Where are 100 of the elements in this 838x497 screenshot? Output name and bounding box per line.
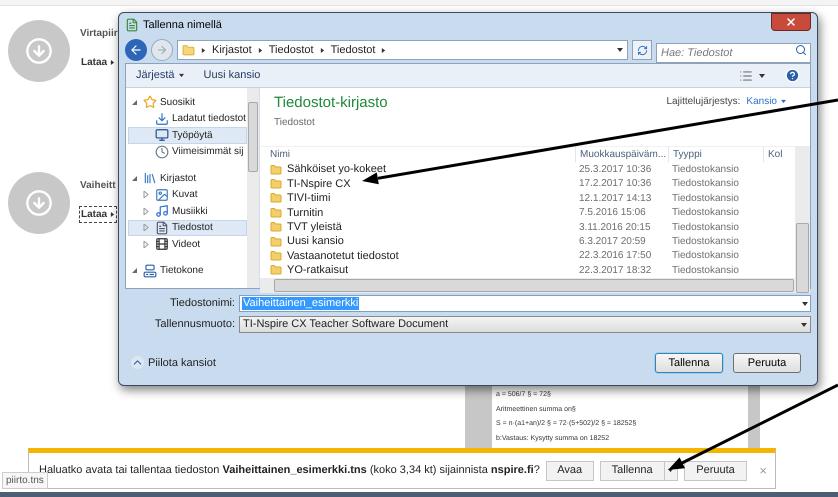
file-type: Tiedostokansio	[671, 220, 740, 235]
download-link[interactable]: Lataa	[80, 55, 118, 70]
nav-item[interactable]: Tietokone	[128, 262, 247, 279]
toolbar-button[interactable]: Uusi kansio	[204, 67, 260, 84]
file-name: TVT yleistä	[287, 220, 342, 235]
breadcrumb-item[interactable]: Kirjastot	[212, 42, 252, 58]
search-field[interactable]: Hae: Tiedostot	[656, 43, 811, 63]
column-header[interactable]: Nimi	[260, 147, 575, 162]
separator-icon	[381, 48, 386, 52]
file-date: 22.3.2016 17:50	[578, 249, 652, 264]
file-row[interactable]: Vastaanotetut tiedostot 22.3.2016 17:50 Tiedostokansio	[260, 248, 795, 264]
file-type: Tiedostokansio	[671, 163, 740, 178]
file-type: Tiedostokansio	[671, 206, 740, 220]
column-header[interactable]: Tyyppi	[668, 147, 763, 162]
expanded-triangle-icon[interactable]	[131, 174, 140, 182]
search-icon	[795, 44, 807, 56]
download-icon	[25, 37, 53, 65]
monitor-icon	[155, 128, 169, 142]
dropdown-icon	[802, 300, 808, 306]
format-dropdown[interactable]: TI-Nspire CX Teacher Software Document	[239, 316, 811, 333]
computer-icon	[143, 264, 157, 278]
split-button[interactable]: Tallenna	[600, 460, 678, 480]
file-row[interactable]: TVT yleistä 3.11.2016 20:15 Tiedostokansio	[260, 220, 795, 234]
nav-item[interactable]: Viimeisimmät sij	[128, 144, 247, 160]
nav-item[interactable]: Ladatut tiedostot	[128, 110, 247, 127]
back-button[interactable]	[125, 39, 147, 61]
sort-label: Lajittelujärjestys:	[666, 95, 740, 109]
dialog-button[interactable]: Tallenna	[655, 353, 723, 373]
hide-folders-button[interactable]: Piilota kansiot	[131, 354, 216, 371]
caret-icon	[110, 212, 116, 217]
folder-icon	[270, 264, 282, 276]
field-label: Tallennusmuoto:	[154, 317, 235, 332]
close-button[interactable]	[771, 13, 811, 31]
file-type: Tiedostokansio	[671, 235, 740, 250]
refresh-button[interactable]	[632, 40, 652, 60]
document-icon	[155, 220, 169, 235]
nav-item[interactable]: Työpöytä	[128, 127, 247, 144]
separator-icon	[320, 48, 325, 52]
vertical-scrollbar[interactable]	[246, 88, 259, 288]
file-date: 25.3.2017 10:36	[578, 163, 652, 178]
nav-item[interactable]: Tiedostot	[128, 220, 247, 236]
expanded-triangle-icon[interactable]	[131, 98, 140, 106]
folder-icon	[270, 250, 282, 262]
expanded-triangle-icon[interactable]	[131, 267, 140, 274]
dropdown-icon	[178, 73, 184, 78]
menu-button[interactable]: Järjestä	[136, 67, 184, 84]
file-name: TI-Nspire CX	[287, 176, 351, 192]
horizontal-scrollbar[interactable]	[260, 278, 795, 292]
nav-item[interactable]: Videot	[128, 236, 247, 252]
file-name: Turnitin	[287, 206, 324, 220]
nav-item[interactable]: Kuvat	[128, 186, 247, 203]
dropdown-icon	[801, 322, 807, 328]
breadcrumb-item[interactable]: Tiedostot	[268, 42, 314, 58]
item-title: Vaiheitt	[80, 179, 116, 193]
file-row[interactable]: TIVI-tiimi 12.1.2017 14:13 Tiedostokansio	[260, 191, 795, 206]
file-row[interactable]: Uusi kansio 6.3.2017 20:59 Tiedostokansio	[260, 234, 795, 249]
nav-item[interactable]: Musiikki	[128, 203, 247, 220]
breadcrumb-item[interactable]: Tiedostot	[330, 42, 376, 58]
dialog-button[interactable]: Peruuta	[733, 353, 801, 373]
sort-dropdown[interactable]: Kansio	[746, 94, 786, 109]
file-date: 22.3.2017 18:32	[578, 264, 652, 278]
nav-item[interactable]: Suosikit	[128, 94, 247, 110]
help-icon[interactable]	[785, 68, 800, 83]
star-icon	[143, 95, 157, 110]
vertical-scrollbar[interactable]	[795, 146, 810, 292]
caret-icon	[110, 60, 116, 65]
save-icon	[125, 18, 139, 32]
nav-item[interactable]: Kirjastot	[128, 170, 247, 186]
folder-icon	[182, 44, 195, 56]
clock-icon	[155, 144, 169, 159]
column-header[interactable]: Kol	[763, 147, 785, 162]
separator-icon	[258, 48, 263, 52]
file-row[interactable]: TI-Nspire CX 17.2.2017 10:36 Tiedostokansio	[260, 176, 795, 192]
file-date: 7.5.2016 15:06	[578, 206, 647, 220]
file-date: 12.1.2017 14:13	[578, 192, 652, 206]
file-date: 6.3.2017 20:59	[578, 235, 647, 250]
file-name: Sähköiset yo-kokeet	[287, 162, 386, 178]
download-bar-button[interactable]: Peruuta	[684, 460, 748, 480]
file-date: 17.2.2017 10:36	[578, 177, 652, 192]
download-link[interactable]: Lataa	[80, 207, 116, 222]
download-bar-button[interactable]: Avaa	[546, 460, 594, 480]
folder-icon	[270, 164, 282, 176]
collapse-icon	[131, 356, 144, 370]
caret-icon	[781, 99, 786, 104]
view-options-icon[interactable]	[739, 68, 753, 82]
file-row[interactable]: Turnitin 7.5.2016 15:06 Tiedostokansio	[260, 206, 795, 220]
refresh-icon	[636, 44, 648, 56]
item-title: Virtapiir	[80, 27, 118, 41]
address-bar[interactable]: Kirjastot Tiedostot Tiedostot	[177, 40, 628, 60]
column-header[interactable]: Muokkauspäiväm...	[575, 147, 668, 162]
file-type: Tiedostokansio	[671, 192, 740, 206]
dropdown-icon	[759, 72, 765, 78]
folder-icon	[270, 192, 282, 204]
file-row[interactable]: YO-ratkaisut 22.3.2017 18:32 Tiedostokansio	[260, 263, 795, 278]
window-title: Tallenna nimellä	[143, 18, 222, 33]
file-name: TIVI-tiimi	[287, 191, 330, 206]
file-name: YO-ratkaisut	[287, 263, 348, 278]
selected-filename-text: Vaiheittainen_esimerkki	[242, 297, 360, 310]
download-icon	[25, 189, 53, 217]
file-row[interactable]: Sähköiset yo-kokeet 25.3.2017 10:36 Tiedostokansio	[260, 162, 795, 177]
